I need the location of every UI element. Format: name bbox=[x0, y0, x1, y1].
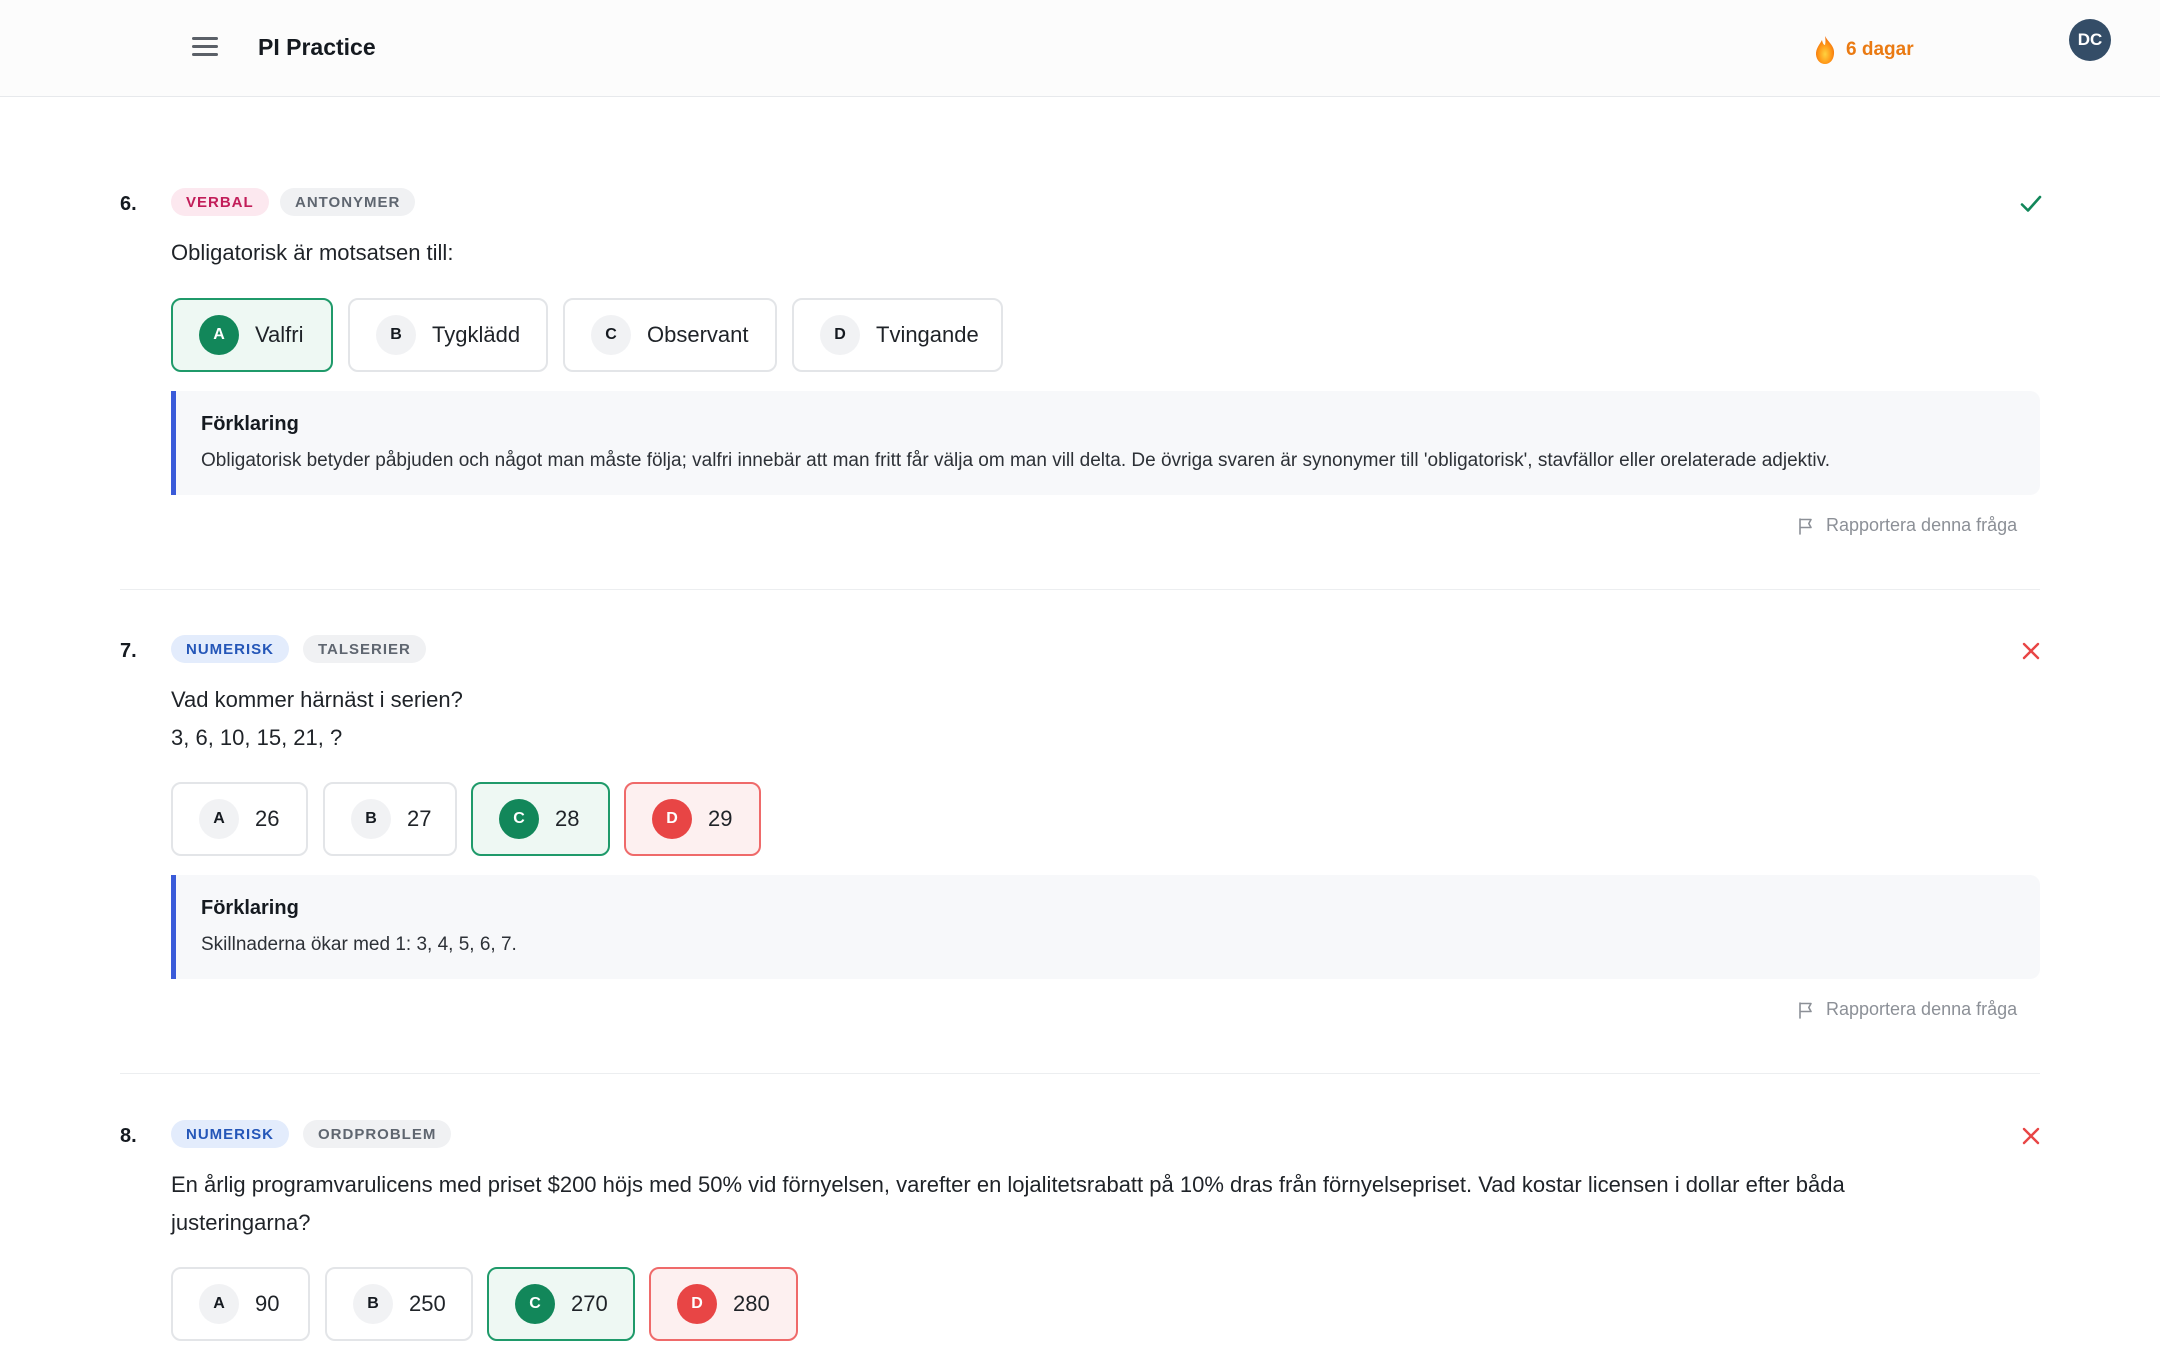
avatar[interactable]: DC bbox=[2069, 19, 2111, 61]
option-letter: C bbox=[591, 315, 631, 355]
question-divider bbox=[120, 1073, 2040, 1074]
option-label: Observant bbox=[647, 322, 749, 347]
option-label: 29 bbox=[708, 806, 733, 831]
explanation-text: Skillnaderna ökar med 1: 3, 4, 5, 6, 7. bbox=[201, 934, 517, 955]
answer-option-b[interactable]: B Tygklädd bbox=[348, 298, 548, 372]
subcategory-tag: ORDPROBLEM bbox=[303, 1120, 452, 1148]
subcategory-tag: TALSERIER bbox=[303, 635, 426, 663]
option-letter: C bbox=[499, 799, 539, 839]
option-letter: B bbox=[351, 799, 391, 839]
answer-option-c[interactable]: C Observant bbox=[563, 298, 777, 372]
option-label: 27 bbox=[407, 806, 432, 831]
answer-option-c[interactable]: C 28 bbox=[471, 782, 610, 856]
explanation-title: Förklaring bbox=[201, 413, 299, 435]
check-icon bbox=[2020, 195, 2042, 212]
answer-option-d[interactable]: D 29 bbox=[624, 782, 761, 856]
subcategory-tag: ANTONYMER bbox=[280, 188, 416, 216]
answer-option-d[interactable]: D 280 bbox=[649, 1267, 798, 1341]
option-letter: A bbox=[199, 315, 239, 355]
top-bar: PI Practice 6 dagar DC bbox=[0, 0, 2160, 97]
close-icon bbox=[2022, 1127, 2040, 1145]
answer-option-c[interactable]: C 270 bbox=[487, 1267, 635, 1341]
option-label: 26 bbox=[255, 806, 280, 831]
option-letter: B bbox=[376, 315, 416, 355]
report-label: Rapportera denna fråga bbox=[1826, 515, 2018, 535]
flag-icon bbox=[1799, 1001, 1812, 1019]
question-text: Vad kommer härnäst i serien? 3, 6, 10, 1… bbox=[171, 687, 463, 750]
option-label: 280 bbox=[733, 1291, 770, 1316]
answer-option-a[interactable]: A Valfri bbox=[171, 298, 333, 372]
option-label: 270 bbox=[571, 1291, 608, 1316]
question-number: 7. bbox=[120, 640, 137, 662]
explanation-text: Obligatorisk betyder påbjuden och något … bbox=[201, 450, 1830, 471]
option-label: 28 bbox=[555, 806, 580, 831]
report-question-link[interactable]: Rapportera denna fråga bbox=[1796, 999, 2017, 1020]
category-tag: NUMERISK bbox=[171, 635, 290, 663]
category-tag: NUMERISK bbox=[171, 1120, 290, 1148]
option-letter: D bbox=[677, 1284, 717, 1324]
option-letter: A bbox=[199, 799, 239, 839]
explanation-box: Förklaring Obligatorisk betyder påbjuden… bbox=[171, 391, 2040, 495]
explanation-box: Förklaring Skillnaderna ökar med 1: 3, 4… bbox=[171, 875, 2040, 979]
explanation-title: Förklaring bbox=[201, 897, 299, 919]
flag-icon bbox=[1799, 517, 1812, 535]
hamburger-icon[interactable] bbox=[192, 34, 222, 62]
category-tag: VERBAL bbox=[171, 188, 269, 216]
option-label: Tygklädd bbox=[432, 322, 521, 347]
option-letter: D bbox=[652, 799, 692, 839]
option-label: 90 bbox=[255, 1291, 280, 1316]
option-letter: A bbox=[199, 1284, 239, 1324]
question-number: 6. bbox=[120, 193, 137, 215]
option-letter: B bbox=[353, 1284, 393, 1324]
close-icon bbox=[2022, 642, 2040, 660]
option-label: Valfri bbox=[255, 322, 304, 347]
answer-option-b[interactable]: B 27 bbox=[323, 782, 457, 856]
streak-label: 6 dagar bbox=[1846, 39, 1914, 60]
option-label: 250 bbox=[409, 1291, 446, 1316]
question-text: Obligatorisk är motsatsen till: bbox=[171, 240, 454, 265]
report-question-link[interactable]: Rapportera denna fråga bbox=[1796, 515, 2017, 536]
answer-option-a[interactable]: A 26 bbox=[171, 782, 308, 856]
question-text: En årlig programvarulicens med priset $2… bbox=[171, 1172, 1845, 1235]
option-label: Tvingande bbox=[876, 322, 979, 347]
question-divider bbox=[120, 589, 2040, 590]
answer-option-d[interactable]: D Tvingande bbox=[792, 298, 1003, 372]
answer-option-b[interactable]: B 250 bbox=[325, 1267, 473, 1341]
app-title: PI Practice bbox=[258, 34, 376, 60]
option-letter: C bbox=[515, 1284, 555, 1324]
question-number: 8. bbox=[120, 1125, 137, 1147]
answer-option-a[interactable]: A 90 bbox=[171, 1267, 310, 1341]
flame-icon bbox=[1815, 36, 1835, 64]
option-letter: D bbox=[820, 315, 860, 355]
streak-indicator: 6 dagar bbox=[1814, 34, 1914, 66]
report-label: Rapportera denna fråga bbox=[1826, 999, 2018, 1019]
